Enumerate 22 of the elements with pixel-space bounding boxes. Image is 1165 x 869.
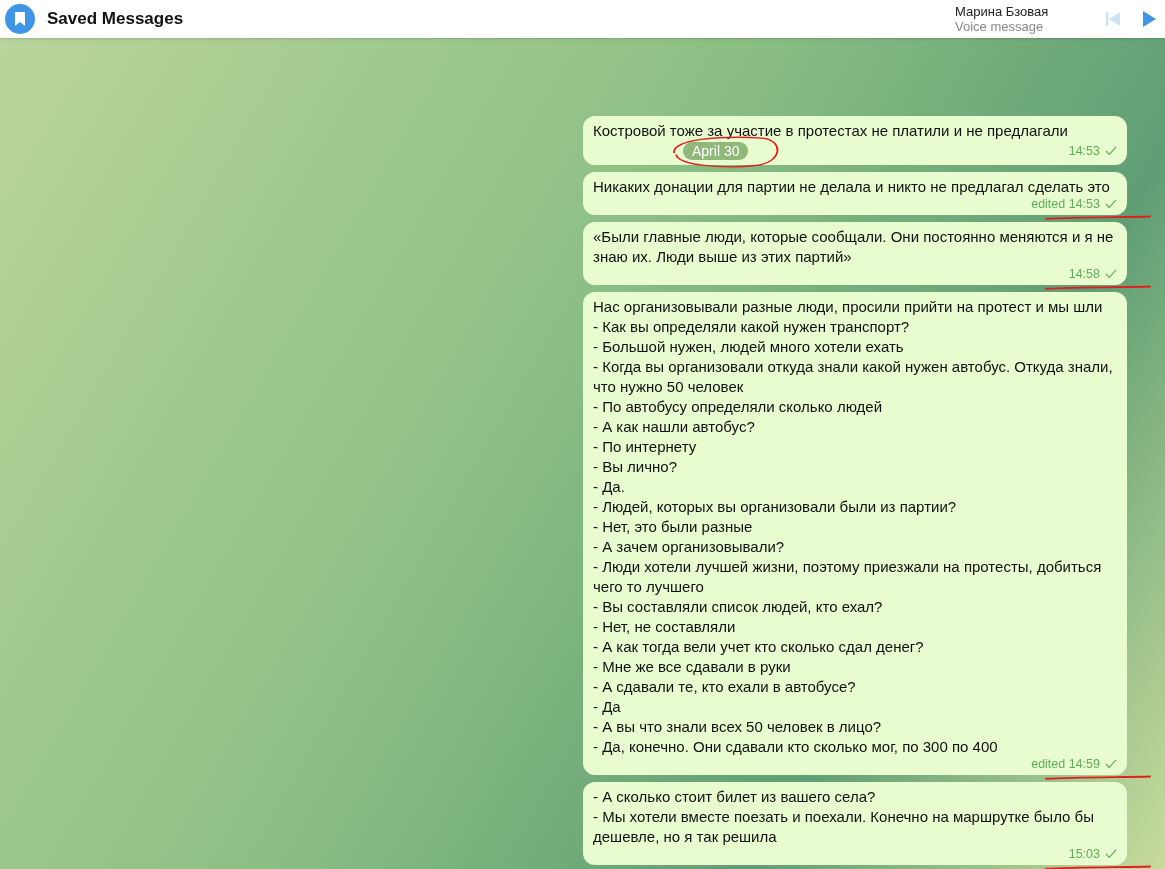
previous-track-icon[interactable] xyxy=(1105,10,1121,28)
bookmark-avatar-icon xyxy=(5,4,35,34)
chat-title: Saved Messages xyxy=(47,9,184,29)
message-text: Костровой тоже за участие в протестах не платили и не предлагали xyxy=(593,121,1069,141)
checkmark-icon xyxy=(1105,269,1117,279)
message-time: 14:58 xyxy=(1068,267,1100,281)
message-text: «Были главные люди, которые сообщали. Они постоянно меняются и я не знаю их. Люди выше из этих партий» xyxy=(593,227,1115,267)
player-subtitle: Voice message xyxy=(955,19,1045,34)
message-text: Нас организовывали разные люди, просили прийти на протест и мы шли - Как вы определяли какой нужен транспорт? - Большой нужен, людей много хотели ехать - Когда вы организовали откуда знали какой нужен автобус. Откуда знали, что нужно 50 человек - По автобусу определяли сколько людей - А как нашли автобус? - По интернету - Вы лично? - Да. - Людей, которых вы организовали были из партии? - Нет, это были разные - А зачем организовывали? - Люди хотели лучшей жизни, поэтому приезжали на протесты, добиться чего то лучшего - Вы составляли список людей, кто ехал? - Нет, не составляли - А как тогда вели учет кто сколько сдал денег? - Мне же все сдавали в руки - А сдавали те, кто ехали в автобусе? - Да - А вы что знали всех 50 человек в лицо? - Да, конечно. Они сдавали кто сколько мог, по 300 по 400 xyxy=(593,297,1114,757)
checkmark-icon xyxy=(1105,146,1117,156)
message-text: Никаких донации для партии не делала и никто не предлагал сделать это xyxy=(593,177,1111,197)
checkmark-icon xyxy=(1105,849,1117,859)
date-badge: April 30 xyxy=(683,142,749,160)
message-time: 14:53 xyxy=(1068,144,1100,158)
message-time: 15:03 xyxy=(1068,847,1100,861)
message-time: edited 14:53 xyxy=(1031,197,1100,211)
play-icon[interactable] xyxy=(1141,10,1157,28)
player-name: Марина Бзовая xyxy=(955,4,1050,19)
message-text: - А сколько стоит билет из вашего села? - Мы хотели вместе поезать и поехали. Конечно на маршрутке было бы дешевле, но я так решила xyxy=(593,787,1095,847)
checkmark-icon xyxy=(1105,759,1117,769)
message-time: edited 14:59 xyxy=(1031,757,1100,771)
checkmark-icon xyxy=(1105,199,1117,209)
